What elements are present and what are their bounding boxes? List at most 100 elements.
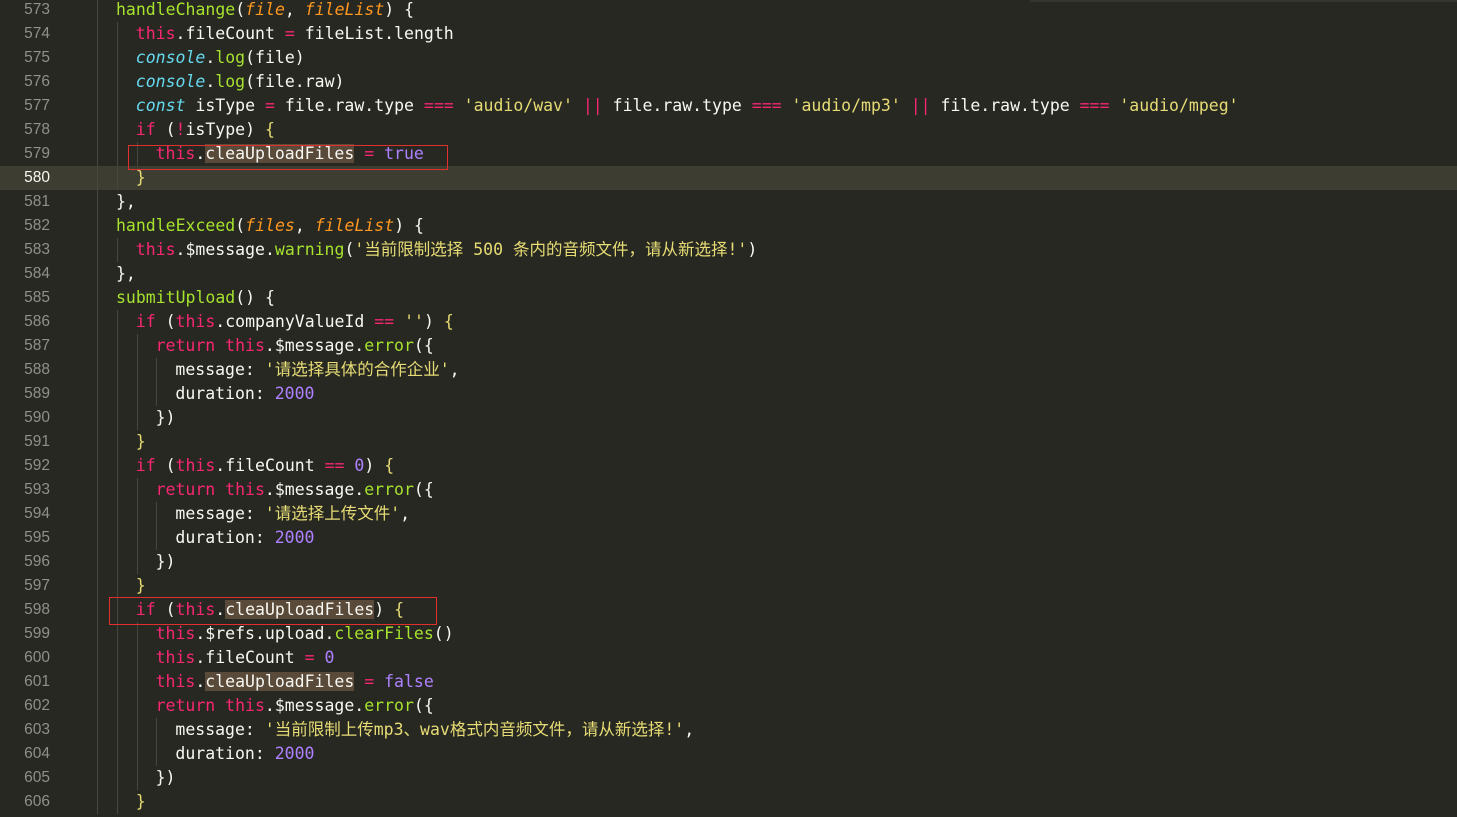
code-text: if (!isType) { bbox=[136, 118, 275, 142]
indent-guide bbox=[156, 358, 158, 382]
code-token: , bbox=[294, 216, 315, 235]
code-token: this bbox=[225, 696, 265, 715]
code-token: isType bbox=[185, 96, 265, 115]
indent-guide bbox=[116, 118, 118, 142]
code-line[interactable]: 604 duration: 2000 bbox=[0, 742, 1457, 766]
code-line[interactable]: 591} bbox=[0, 430, 1457, 454]
code-line[interactable]: 585 submitUpload() { bbox=[0, 286, 1457, 310]
indent-guide bbox=[97, 262, 98, 286]
code-line[interactable]: 594 message: '请选择上传文件', bbox=[0, 502, 1457, 526]
code-token: file.raw.type bbox=[930, 96, 1080, 115]
code-token: message: bbox=[175, 504, 265, 523]
code-token: , bbox=[449, 360, 460, 379]
indent-guide bbox=[136, 334, 138, 358]
code-line[interactable]: 584}, bbox=[0, 262, 1457, 286]
code-text: }) bbox=[156, 766, 176, 790]
code-token: .companyValueId bbox=[215, 312, 375, 331]
code-line[interactable]: 597} bbox=[0, 574, 1457, 598]
indent-guide bbox=[116, 670, 118, 694]
code-token: { bbox=[443, 312, 454, 331]
indent-guide bbox=[136, 406, 138, 430]
code-line[interactable]: 600 this.fileCount = 0 bbox=[0, 646, 1457, 670]
code-token: ) { bbox=[394, 216, 424, 235]
indent-guide bbox=[97, 502, 98, 526]
code-line[interactable]: 582 handleExceed(files, fileList) { bbox=[0, 214, 1457, 238]
indent-guide bbox=[156, 742, 158, 766]
line-number: 577 bbox=[24, 97, 50, 114]
indent-guide bbox=[97, 118, 98, 142]
indent-guide bbox=[136, 622, 138, 646]
indent-guide bbox=[97, 790, 98, 814]
indent-guide bbox=[116, 574, 118, 598]
code-token: ( bbox=[155, 456, 176, 475]
code-line[interactable]: 599 this.$refs.upload.clearFiles() bbox=[0, 622, 1457, 646]
code-text: }) bbox=[156, 406, 176, 430]
indent-guide bbox=[136, 766, 138, 790]
code-line[interactable]: 593 return this.$message.error({ bbox=[0, 478, 1457, 502]
indent-guide bbox=[97, 214, 98, 238]
code-token: this bbox=[155, 672, 196, 691]
code-line[interactable]: 577 const isType = file.raw.type === 'aud… bbox=[0, 94, 1457, 118]
indent-guide bbox=[97, 694, 98, 718]
indent-guide bbox=[136, 646, 138, 670]
code-token: fileList bbox=[304, 0, 385, 19]
code-line[interactable]: 590}) bbox=[0, 406, 1457, 430]
code-token: || bbox=[910, 96, 931, 115]
code-token: this bbox=[155, 624, 196, 643]
code-line[interactable]: 589 duration: 2000 bbox=[0, 382, 1457, 406]
indent-guide bbox=[136, 502, 138, 526]
line-number: 595 bbox=[24, 529, 50, 546]
code-token: console bbox=[135, 48, 206, 67]
line-number: 591 bbox=[24, 433, 50, 450]
code-line[interactable]: 605}) bbox=[0, 766, 1457, 790]
code-line[interactable]: 602 return this.$message.error({ bbox=[0, 694, 1457, 718]
line-number: 579 bbox=[24, 145, 50, 162]
code-editor[interactable]: 573 handleChange(file, fileList) {574 this… bbox=[0, 0, 1457, 817]
code-line[interactable]: 601 this.cleaUploadFiles = false bbox=[0, 670, 1457, 694]
code-line[interactable]: 595 duration: 2000 bbox=[0, 526, 1457, 550]
indent-guide bbox=[116, 46, 118, 70]
code-token: duration: bbox=[175, 744, 275, 763]
line-number: 597 bbox=[24, 577, 50, 594]
indent-guide bbox=[116, 334, 118, 358]
line-number: 587 bbox=[24, 337, 50, 354]
code-token: '' bbox=[404, 312, 424, 331]
line-number: 582 bbox=[24, 217, 50, 234]
code-token: this bbox=[135, 240, 176, 259]
code-token: }) bbox=[155, 768, 176, 787]
code-line[interactable]: 603 message: '当前限制上传mp3、wav格式内音频文件，请从新选择!… bbox=[0, 718, 1457, 742]
code-line[interactable]: 606} bbox=[0, 790, 1457, 814]
line-number: 596 bbox=[24, 553, 50, 570]
code-line[interactable]: 588 message: '请选择具体的合作企业', bbox=[0, 358, 1457, 382]
code-line[interactable]: 578 if (!isType) { bbox=[0, 118, 1457, 142]
line-number: 599 bbox=[24, 625, 50, 642]
code-line[interactable]: 576 console.log(file.raw) bbox=[0, 70, 1457, 94]
indent-guide bbox=[116, 742, 118, 766]
code-token: '当前限制上传mp3、wav格式内音频文件，请从新选择!' bbox=[264, 720, 685, 739]
code-token: error bbox=[364, 336, 414, 355]
indent-guide bbox=[97, 454, 98, 478]
code-line[interactable]: 592 if (this.fileCount == 0) { bbox=[0, 454, 1457, 478]
code-line[interactable]: 573 handleChange(file, fileList) { bbox=[0, 0, 1457, 22]
code-line[interactable]: 575 console.log(file) bbox=[0, 46, 1457, 70]
code-line[interactable]: 596}) bbox=[0, 550, 1457, 574]
code-line[interactable]: 587 return this.$message.error({ bbox=[0, 334, 1457, 358]
code-line[interactable]: 581}, bbox=[0, 190, 1457, 214]
indent-guide bbox=[116, 502, 118, 526]
indent-guide bbox=[97, 238, 98, 262]
code-area[interactable]: 573 handleChange(file, fileList) {574 this… bbox=[0, 0, 1457, 817]
indent-guide bbox=[156, 718, 158, 742]
code-text: }, bbox=[116, 190, 136, 214]
code-line[interactable]: 586 if (this.companyValueId == '') { bbox=[0, 310, 1457, 334]
code-text: console.log(file.raw) bbox=[136, 70, 345, 94]
code-token: } bbox=[135, 432, 146, 451]
line-number: 575 bbox=[24, 49, 50, 66]
code-line[interactable]: 583 this.$message.warning('当前限制选择 500 条内的… bbox=[0, 238, 1457, 262]
code-line[interactable]: 574 this.fileCount = fileList.length bbox=[0, 22, 1457, 46]
